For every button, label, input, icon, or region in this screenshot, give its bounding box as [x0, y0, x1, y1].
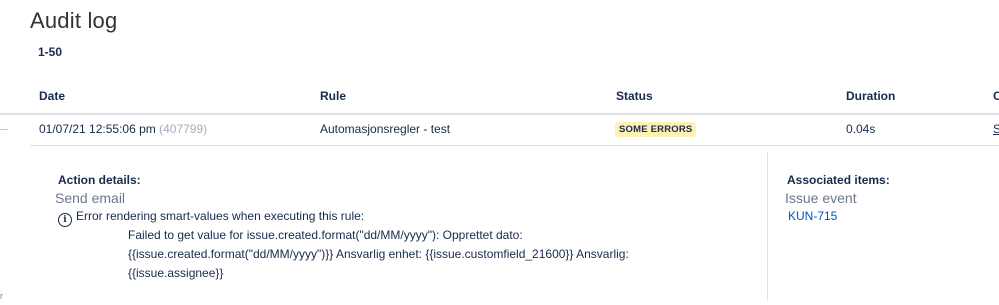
error-line-1: Failed to get value for issue.created.fo… [128, 228, 523, 242]
row-date-text: 01/07/21 12:55:06 pm [39, 122, 156, 136]
associated-issue-link[interactable]: KUN-715 [788, 209, 837, 223]
row-link[interactable]: S [993, 122, 999, 136]
associated-type: Issue event [785, 190, 857, 206]
action-details-label: Action details: [58, 173, 141, 187]
error-summary-line: i Error rendering smart-values when execu… [58, 209, 364, 227]
column-header-c[interactable]: C [993, 89, 999, 103]
row-rule: Automasjonsregler - test [320, 122, 451, 136]
error-summary: Error rendering smart-values when execut… [76, 209, 365, 223]
row-status: SOME ERRORS [615, 121, 697, 137]
column-header-status[interactable]: Status [616, 89, 653, 103]
status-badge: SOME ERRORS [615, 122, 697, 137]
left-edge-mark [0, 129, 8, 130]
error-line-3: {{issue.assignee}} [128, 266, 224, 280]
page-title: Audit log [30, 8, 118, 33]
table-header: Date Rule Status Duration C [0, 80, 999, 115]
error-line-2: {{issue.created.format("dd/MM/yyyy")}} A… [128, 247, 629, 261]
associated-items-label: Associated items: [787, 173, 890, 187]
action-name: Send email [55, 190, 126, 206]
info-icon: i [58, 213, 72, 227]
column-header-date[interactable]: Date [39, 89, 65, 103]
left-edge-glyph: r [0, 291, 3, 301]
column-header-duration[interactable]: Duration [846, 89, 895, 103]
row-id: (407799) [159, 122, 208, 136]
row-date: 01/07/21 12:55:06 pm (407799) [39, 122, 207, 136]
table-row[interactable]: 01/07/21 12:55:06 pm (407799) Automasjon… [30, 113, 999, 146]
range-label: 1-50 [38, 45, 63, 59]
details-divider [767, 152, 768, 300]
column-header-rule[interactable]: Rule [320, 89, 346, 103]
row-duration: 0.04s [846, 122, 876, 136]
